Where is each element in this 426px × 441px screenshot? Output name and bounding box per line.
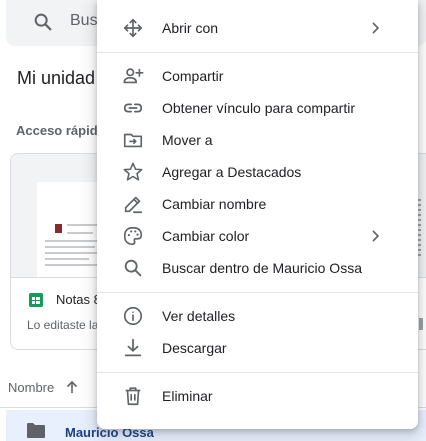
menu-item-add-starred[interactable]: Agregar a Destacados	[97, 156, 418, 188]
menu-divider	[97, 292, 418, 293]
move-arrows-icon	[122, 17, 144, 39]
move-to-folder-icon	[122, 129, 144, 151]
menu-item-move-to[interactable]: Mover a	[97, 124, 418, 156]
card-title: Notas 8	[56, 292, 101, 307]
menu-item-label: Abrir con	[162, 20, 219, 36]
arrow-up-icon[interactable]	[64, 379, 80, 395]
menu-item-label: Obtener vínculo para compartir	[162, 100, 355, 116]
menu-item-label: Eliminar	[162, 388, 213, 404]
menu-item-open-with[interactable]: Abrir con	[97, 12, 418, 44]
menu-item-label: Cambiar color	[162, 228, 250, 244]
menu-item-change-color[interactable]: Cambiar color	[97, 220, 418, 252]
download-icon	[122, 337, 144, 359]
preview-image	[55, 224, 62, 233]
context-menu: Abrir con Compartir Obtener vínculo para	[97, 0, 418, 429]
search-icon	[122, 257, 144, 279]
star-icon	[122, 161, 144, 183]
menu-item-label: Mover a	[162, 132, 213, 148]
info-icon	[122, 305, 144, 327]
menu-item-label: Descargar	[162, 340, 227, 356]
menu-item-label: Ver detalles	[162, 308, 236, 324]
search-icon	[32, 11, 54, 33]
menu-item-search-within[interactable]: Buscar dentro de Mauricio Ossa	[97, 252, 418, 284]
trash-icon	[122, 385, 144, 407]
menu-item-label: Cambiar nombre	[162, 196, 267, 212]
menu-divider	[97, 52, 418, 53]
page-title[interactable]: Mi unidad	[17, 68, 95, 89]
link-icon	[122, 97, 144, 119]
menu-item-label: Compartir	[162, 68, 224, 84]
folder-icon	[26, 422, 46, 438]
menu-divider	[97, 372, 418, 373]
menu-item-rename[interactable]: Cambiar nombre	[97, 188, 418, 220]
palette-icon	[122, 225, 144, 247]
card-subtitle: Lo editaste la	[27, 318, 99, 332]
menu-item-share[interactable]: Compartir	[97, 60, 418, 92]
pencil-icon	[122, 193, 144, 215]
sort-label[interactable]: Nombre	[8, 380, 54, 395]
add-person-icon	[122, 65, 144, 87]
chevron-right-icon	[365, 226, 385, 246]
menu-item-download[interactable]: Descargar	[97, 332, 418, 364]
menu-item-get-link[interactable]: Obtener vínculo para compartir	[97, 92, 418, 124]
sheets-icon	[28, 292, 44, 308]
quick-access-heading: Acceso rápid	[16, 123, 98, 138]
menu-item-view-details[interactable]: Ver detalles	[97, 300, 418, 332]
menu-item-delete[interactable]: Eliminar	[97, 380, 418, 412]
menu-item-label: Buscar dentro de Mauricio Ossa	[162, 260, 362, 276]
chevron-right-icon	[365, 18, 385, 38]
menu-item-label: Agregar a Destacados	[162, 164, 302, 180]
